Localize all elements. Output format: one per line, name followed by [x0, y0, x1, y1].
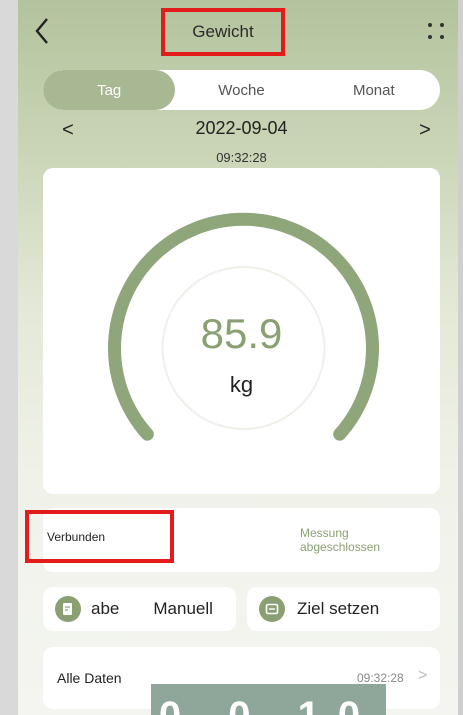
current-date: 2022-09-04 [195, 118, 288, 138]
overlay-toast: 0 0 10 [151, 684, 386, 715]
app-screen: Tag Woche Monat < 2022-09-04 > 09:32:28 … [18, 0, 458, 715]
chevron-left-icon [35, 18, 48, 44]
dot-icon [428, 23, 432, 27]
tab-week[interactable]: Woche [175, 70, 307, 110]
manual-entry-label-partial: abe [91, 599, 120, 618]
tab-day[interactable]: Tag [43, 70, 176, 110]
set-goal-label: Ziel setzen [297, 599, 380, 618]
next-date-button[interactable]: > [410, 116, 440, 144]
chevron-right-icon: > [418, 667, 428, 684]
date-navigation: < 2022-09-04 > [43, 116, 440, 144]
tab-month[interactable]: Monat [308, 70, 440, 110]
weight-value: 85.9 [200, 310, 283, 357]
period-tabs: Tag Woche Monat [43, 70, 440, 110]
measurement-status: Messung abgeschlossen [300, 526, 381, 554]
connection-status: Verbunden [25, 510, 174, 563]
dot-icon [428, 35, 432, 39]
set-goal-button[interactable]: Ziel setzen [247, 587, 440, 631]
screen-edge [458, 0, 463, 715]
all-data-time: 09:32:28 [357, 671, 404, 685]
overlay-toast-text: 0 0 10 [151, 694, 386, 715]
manual-entry-button[interactable]: abe Manuell [43, 587, 236, 631]
manual-entry-label: Manuell [153, 599, 213, 618]
measurement-time: 09:32:28 [216, 150, 267, 165]
weight-gauge-card: 85.9 kg [43, 168, 440, 494]
edit-note-icon [55, 596, 81, 622]
target-icon [259, 596, 285, 622]
dot-icon [440, 35, 444, 39]
back-button[interactable] [28, 14, 56, 48]
dot-icon [440, 23, 444, 27]
all-data-label: Alle Daten [57, 670, 122, 686]
page-title: Gewicht [161, 8, 285, 56]
more-options-button[interactable] [424, 20, 450, 44]
weight-unit: kg [229, 372, 254, 397]
